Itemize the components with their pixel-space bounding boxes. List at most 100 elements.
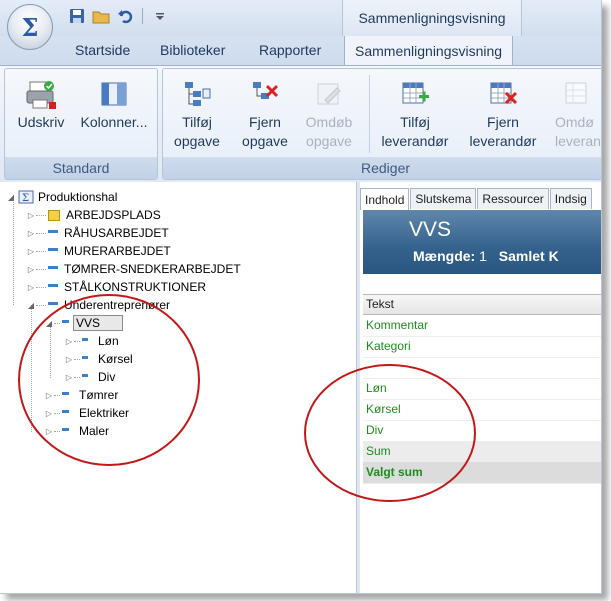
- sigma-logo-icon: Σ: [21, 12, 39, 42]
- tree-item[interactable]: ◢ Underentreprenører: [26, 296, 170, 314]
- tab-startside[interactable]: Startside: [75, 42, 130, 58]
- contextual-tab-header: Sammenligningsvisning: [342, 0, 522, 36]
- columns-button[interactable]: Kolonner...: [77, 77, 151, 132]
- tree-item[interactable]: ▷ MURERARBEJDET: [26, 242, 171, 260]
- quick-access-toolbar: [68, 6, 169, 26]
- tree-item-label: RÅHUSARBEJDET: [64, 226, 169, 240]
- rename-supplier-label-2: leveran: [555, 133, 601, 149]
- rename-supplier-label-1: Omdø: [555, 114, 594, 130]
- rename-supplier-button[interactable]: Omdø leveran: [555, 77, 601, 151]
- grid-row[interactable]: Kørsel: [363, 399, 601, 421]
- tree-item-label: Underentreprenører: [64, 298, 171, 312]
- tree-item[interactable]: ▷ Elektriker: [44, 404, 129, 422]
- add-task-button[interactable]: Tilføj opgave: [169, 77, 225, 151]
- expand-icon[interactable]: ▷: [44, 427, 54, 436]
- grid-row[interactable]: Kommentar: [363, 315, 601, 337]
- tree-item-label: Tømrer: [79, 388, 119, 402]
- folder-node-icon: [48, 209, 60, 221]
- remove-task-button[interactable]: Fjern opgave: [237, 77, 293, 151]
- grid-row[interactable]: Valgt sum: [363, 462, 601, 484]
- expand-icon[interactable]: ▷: [26, 229, 36, 238]
- expand-icon[interactable]: ▷: [26, 265, 36, 274]
- tree-item[interactable]: ▷ ARBEJDSPLADS: [26, 206, 161, 224]
- tab-biblioteker[interactable]: Biblioteker: [160, 42, 225, 58]
- tree-item[interactable]: ▷ Tømrer: [44, 386, 118, 404]
- tree-item-label: Maler: [79, 424, 110, 438]
- expand-icon[interactable]: ▷: [64, 373, 74, 382]
- task-node-icon: [62, 410, 69, 416]
- remove-task-label-2: opgave: [242, 133, 288, 149]
- group-standard: Udskriv Kolonner... Standard: [4, 68, 158, 180]
- open-folder-icon[interactable]: [92, 7, 110, 25]
- remove-supplier-button[interactable]: Fjern leverandør: [463, 77, 543, 151]
- grid-row[interactable]: Kategori: [363, 336, 601, 358]
- customize-qat-icon[interactable]: [151, 7, 169, 25]
- tree-root-label: Produktionshal: [38, 190, 118, 204]
- grid-row[interactable]: [363, 357, 601, 379]
- tab-rapporter[interactable]: Rapporter: [259, 42, 321, 58]
- ribbon-separator: [369, 75, 370, 153]
- tree-item-label: Div: [98, 370, 116, 384]
- rename-task-label-2: opgave: [306, 133, 352, 149]
- tab-indhold[interactable]: Indhold: [360, 188, 410, 210]
- tree-item-selected[interactable]: ◢ VVS: [44, 314, 124, 332]
- tree-guide-line: [31, 305, 32, 432]
- add-task-icon: [169, 77, 225, 111]
- quantity-value: 1: [479, 248, 487, 264]
- application-button[interactable]: Σ: [7, 4, 53, 50]
- expand-icon[interactable]: ▷: [44, 409, 54, 418]
- ribbon: Udskriv Kolonner... Standard Tilføj opga…: [0, 66, 601, 183]
- tree-item[interactable]: ▷ RÅHUSARBEJDET: [26, 224, 169, 242]
- expand-icon[interactable]: ▷: [44, 391, 54, 400]
- printer-icon: [11, 77, 71, 111]
- save-icon[interactable]: [68, 7, 86, 25]
- ribbon-tab-row: Startside Biblioteker Rapporter Sammenli…: [0, 36, 601, 66]
- grid-row[interactable]: Løn: [363, 378, 601, 400]
- expand-icon[interactable]: ▷: [26, 211, 36, 220]
- tree-item[interactable]: ▷ Løn: [64, 332, 119, 350]
- tree-item[interactable]: ▷ Maler: [44, 422, 109, 440]
- expand-icon[interactable]: ▷: [26, 247, 36, 256]
- grid-row[interactable]: Div: [363, 420, 601, 442]
- add-task-label-2: opgave: [174, 133, 220, 149]
- task-node-icon: [48, 284, 58, 290]
- tree-item[interactable]: ▷ STÅLKONSTRUKTIONER: [26, 278, 206, 296]
- grid-row[interactable]: Sum: [363, 441, 601, 463]
- svg-text:Σ: Σ: [22, 193, 29, 204]
- task-node-icon: [82, 374, 88, 380]
- tab-sammenligningsvisning[interactable]: Sammenligningsvisning: [344, 36, 514, 65]
- rename-task-button[interactable]: Omdøb opgave: [299, 77, 359, 151]
- print-button[interactable]: Udskriv: [11, 77, 71, 132]
- add-task-label-1: Tilføj: [182, 114, 212, 130]
- tree-item-label: Elektriker: [79, 406, 130, 420]
- add-supplier-label-2: leverandør: [381, 133, 449, 149]
- remove-supplier-icon: [463, 77, 543, 111]
- tree-view: ◢ Σ Produktionshal ▷ ARBEJDSPLADS ▷ RÅHU…: [0, 182, 356, 593]
- columns-icon: [77, 77, 151, 111]
- qat-separator: [142, 8, 143, 24]
- group-rediger: Tilføj opgave Fjern opgave Omdøb opgave: [162, 68, 601, 180]
- collapse-icon[interactable]: ◢: [26, 301, 36, 310]
- remove-supplier-label-2: leverandør: [469, 133, 537, 149]
- add-supplier-button[interactable]: Tilføj leverandør: [375, 77, 455, 151]
- undo-icon[interactable]: [116, 7, 134, 25]
- columns-label: Kolonner...: [80, 114, 148, 130]
- expand-icon[interactable]: ▷: [64, 355, 74, 364]
- expand-icon[interactable]: ▷: [64, 337, 74, 346]
- rename-task-icon: [299, 77, 359, 111]
- tab-indsigt[interactable]: Indsig: [549, 188, 592, 209]
- collapse-icon[interactable]: ◢: [44, 319, 54, 328]
- quantity-label: Mængde:: [413, 248, 476, 264]
- tab-ressourcer[interactable]: Ressourcer: [477, 188, 549, 209]
- tree-item[interactable]: ▷ Kørsel: [64, 350, 133, 368]
- remove-supplier-label-1: Fjern: [487, 114, 519, 130]
- tree-item[interactable]: ▷ TØMRER-SNEDKERARBEJDET: [26, 260, 241, 278]
- tab-slutskema[interactable]: Slutskema: [410, 188, 477, 209]
- remove-task-label-1: Fjern: [249, 114, 281, 130]
- tree-item[interactable]: ▷ Div: [64, 368, 115, 386]
- expand-icon[interactable]: ▷: [26, 283, 36, 292]
- task-node-icon: [82, 356, 88, 362]
- collapse-icon[interactable]: ◢: [6, 193, 16, 202]
- grid-header-tekst[interactable]: Tekst: [363, 294, 601, 315]
- tree-root[interactable]: ◢ Σ Produktionshal: [6, 188, 117, 206]
